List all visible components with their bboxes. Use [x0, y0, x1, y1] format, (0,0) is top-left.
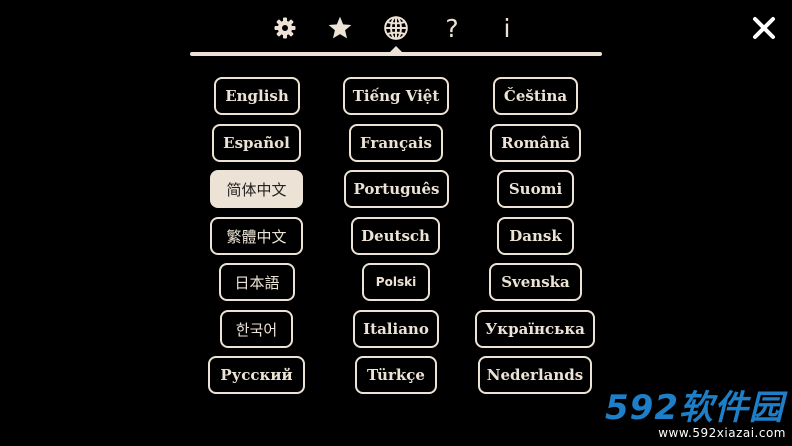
tab-underline	[190, 52, 602, 56]
info-icon: i	[503, 13, 511, 43]
close-button[interactable]	[748, 12, 780, 44]
language-option-korean[interactable]: 한국어	[220, 310, 293, 348]
language-option-polski[interactable]: Polski	[362, 263, 430, 301]
language-option-italiano[interactable]: Italiano	[353, 310, 439, 348]
question-icon: ?	[445, 13, 459, 43]
language-tab[interactable]	[380, 12, 412, 44]
language-option-traditional-chinese[interactable]: 繁體中文	[210, 217, 303, 255]
close-icon	[753, 17, 775, 39]
watermark-url: www.592xiazai.com	[658, 426, 786, 440]
language-option-svenska[interactable]: Svenska	[489, 263, 582, 301]
language-option-cestina[interactable]: Čeština	[493, 77, 578, 115]
globe-icon	[384, 16, 408, 40]
language-option-english[interactable]: English	[214, 77, 300, 115]
language-option-turkce[interactable]: Türkçe	[355, 356, 437, 394]
language-option-deutsch[interactable]: Deutsch	[351, 217, 440, 255]
watermark-logo: 592软件园	[605, 388, 784, 428]
help-tab[interactable]: ?	[436, 12, 468, 44]
info-tab[interactable]: i	[491, 12, 523, 44]
language-option-nederlands[interactable]: Nederlands	[478, 356, 592, 394]
settings-tab[interactable]	[269, 12, 301, 44]
favorites-tab[interactable]	[324, 12, 356, 44]
language-option-japanese[interactable]: 日本語	[219, 263, 295, 301]
language-option-suomi[interactable]: Suomi	[497, 170, 574, 208]
language-option-espanol[interactable]: Español	[212, 124, 301, 162]
language-option-romana[interactable]: Română	[490, 124, 581, 162]
watermark: 592软件园 www.592xiazai.com	[584, 390, 792, 446]
language-option-francais[interactable]: Français	[349, 124, 443, 162]
gear-icon	[274, 17, 296, 39]
language-option-russian[interactable]: Русский	[208, 356, 305, 394]
star-icon	[328, 16, 352, 39]
language-option-tieng-viet[interactable]: Tiếng Việt	[343, 77, 449, 115]
language-option-portugues[interactable]: Português	[344, 170, 449, 208]
language-option-ukrainian[interactable]: Українська	[475, 310, 595, 348]
settings-tab-bar: ? i	[0, 0, 792, 60]
language-option-simplified-chinese[interactable]: 简体中文	[210, 170, 303, 208]
language-option-dansk[interactable]: Dansk	[497, 217, 574, 255]
